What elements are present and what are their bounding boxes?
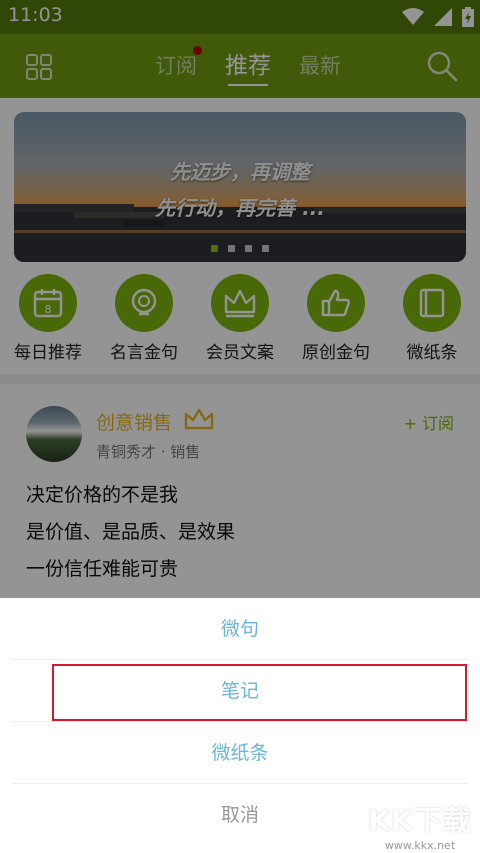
sheet-option-micro-sentence[interactable]: 微句 bbox=[0, 598, 480, 660]
watermark-url: www.kkx.net bbox=[384, 839, 456, 852]
sheet-option-micro-note[interactable]: 微纸条 bbox=[0, 722, 480, 784]
highlight-box bbox=[52, 664, 467, 721]
watermark: KK下载 www.kkx.net bbox=[364, 799, 476, 852]
watermark-logo: KK下载 bbox=[368, 804, 472, 837]
